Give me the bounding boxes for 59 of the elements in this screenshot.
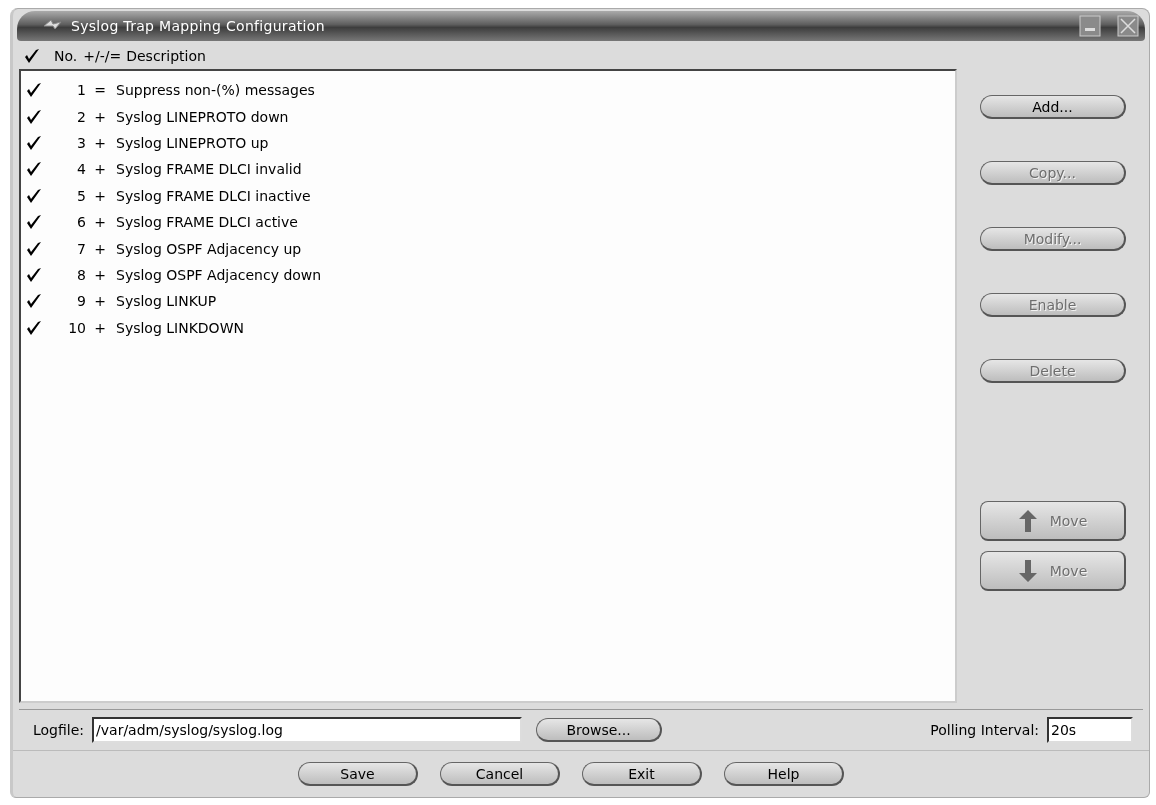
- checkmark-icon[interactable]: [24, 48, 40, 64]
- polling-interval-label: Polling Interval:: [930, 722, 1039, 738]
- row-number: 6: [76, 214, 86, 231]
- operator-sign: +: [93, 108, 107, 125]
- footer-button[interactable]: Exit: [582, 762, 702, 786]
- footer-button[interactable]: Save: [298, 762, 418, 786]
- action-button[interactable]: Add...: [980, 95, 1126, 119]
- logfile-label: Logfile:: [33, 722, 85, 738]
- checkmark-icon[interactable]: [26, 108, 42, 125]
- operator-sign: +: [93, 134, 107, 151]
- row-number: 2: [76, 108, 86, 125]
- column-header[interactable]: Description: [126, 48, 206, 64]
- down-arrow-icon: [1017, 558, 1038, 583]
- column-header[interactable]: No.: [54, 48, 78, 64]
- operator-sign: +: [93, 161, 107, 178]
- row-number: 4: [76, 161, 86, 178]
- operator-sign: +: [93, 293, 107, 310]
- rule-description: Syslog LINEPROTO down: [116, 108, 289, 125]
- operator-sign: +: [93, 187, 107, 204]
- rule-description: Syslog FRAME DLCI inactive: [116, 187, 311, 204]
- rule-description: Syslog LINKUP: [116, 293, 217, 310]
- rule-description: Syslog OSPF Adjacency down: [116, 266, 322, 283]
- row-number: 3: [76, 134, 86, 151]
- close-button[interactable]: [1117, 15, 1139, 37]
- operator-sign: +: [93, 319, 107, 336]
- operator-sign: +: [93, 214, 107, 231]
- checkmark-icon[interactable]: [26, 240, 42, 257]
- row-number: 5: [76, 187, 86, 204]
- checkmark-icon[interactable]: [26, 319, 42, 336]
- window-title: Syslog Trap Mapping Configuration: [71, 18, 325, 34]
- checkmark-icon[interactable]: [26, 134, 42, 151]
- row-number: 1: [76, 82, 86, 99]
- column-header[interactable]: +/-/=: [83, 48, 122, 64]
- footer-button[interactable]: Help: [724, 762, 844, 786]
- checkmark-icon[interactable]: [26, 187, 42, 204]
- operator-sign: +: [93, 266, 107, 283]
- rule-description: Syslog FRAME DLCI active: [116, 214, 298, 231]
- operator-sign: =: [93, 82, 107, 99]
- row-number: 9: [76, 293, 86, 310]
- row-number: 7: [76, 240, 86, 257]
- checkmark-icon[interactable]: [26, 161, 42, 178]
- row-number: 8: [76, 266, 86, 283]
- checkmark-icon[interactable]: [26, 82, 42, 99]
- row-number: 10: [67, 319, 86, 336]
- minimize-button[interactable]: [1079, 15, 1101, 37]
- checkmark-icon[interactable]: [26, 266, 42, 283]
- rule-description: Syslog LINKDOWN: [116, 319, 244, 336]
- polling-interval-field[interactable]: 20s: [1047, 717, 1133, 743]
- rule-description: Syslog OSPF Adjacency up: [116, 240, 302, 257]
- browse-button[interactable]: Browse...: [536, 718, 663, 742]
- logfile-field[interactable]: /var/adm/syslog/syslog.log: [92, 717, 523, 743]
- checkmark-icon[interactable]: [26, 214, 42, 231]
- rule-description: Syslog FRAME DLCI invalid: [116, 161, 302, 178]
- checkmark-icon[interactable]: [26, 293, 42, 310]
- up-arrow-icon: [1017, 508, 1038, 533]
- rule-description: Syslog LINEPROTO up: [116, 134, 269, 151]
- operator-sign: +: [93, 240, 107, 257]
- rule-description: Suppress non-(%) messages: [116, 82, 315, 99]
- footer-button[interactable]: Cancel: [440, 762, 560, 786]
